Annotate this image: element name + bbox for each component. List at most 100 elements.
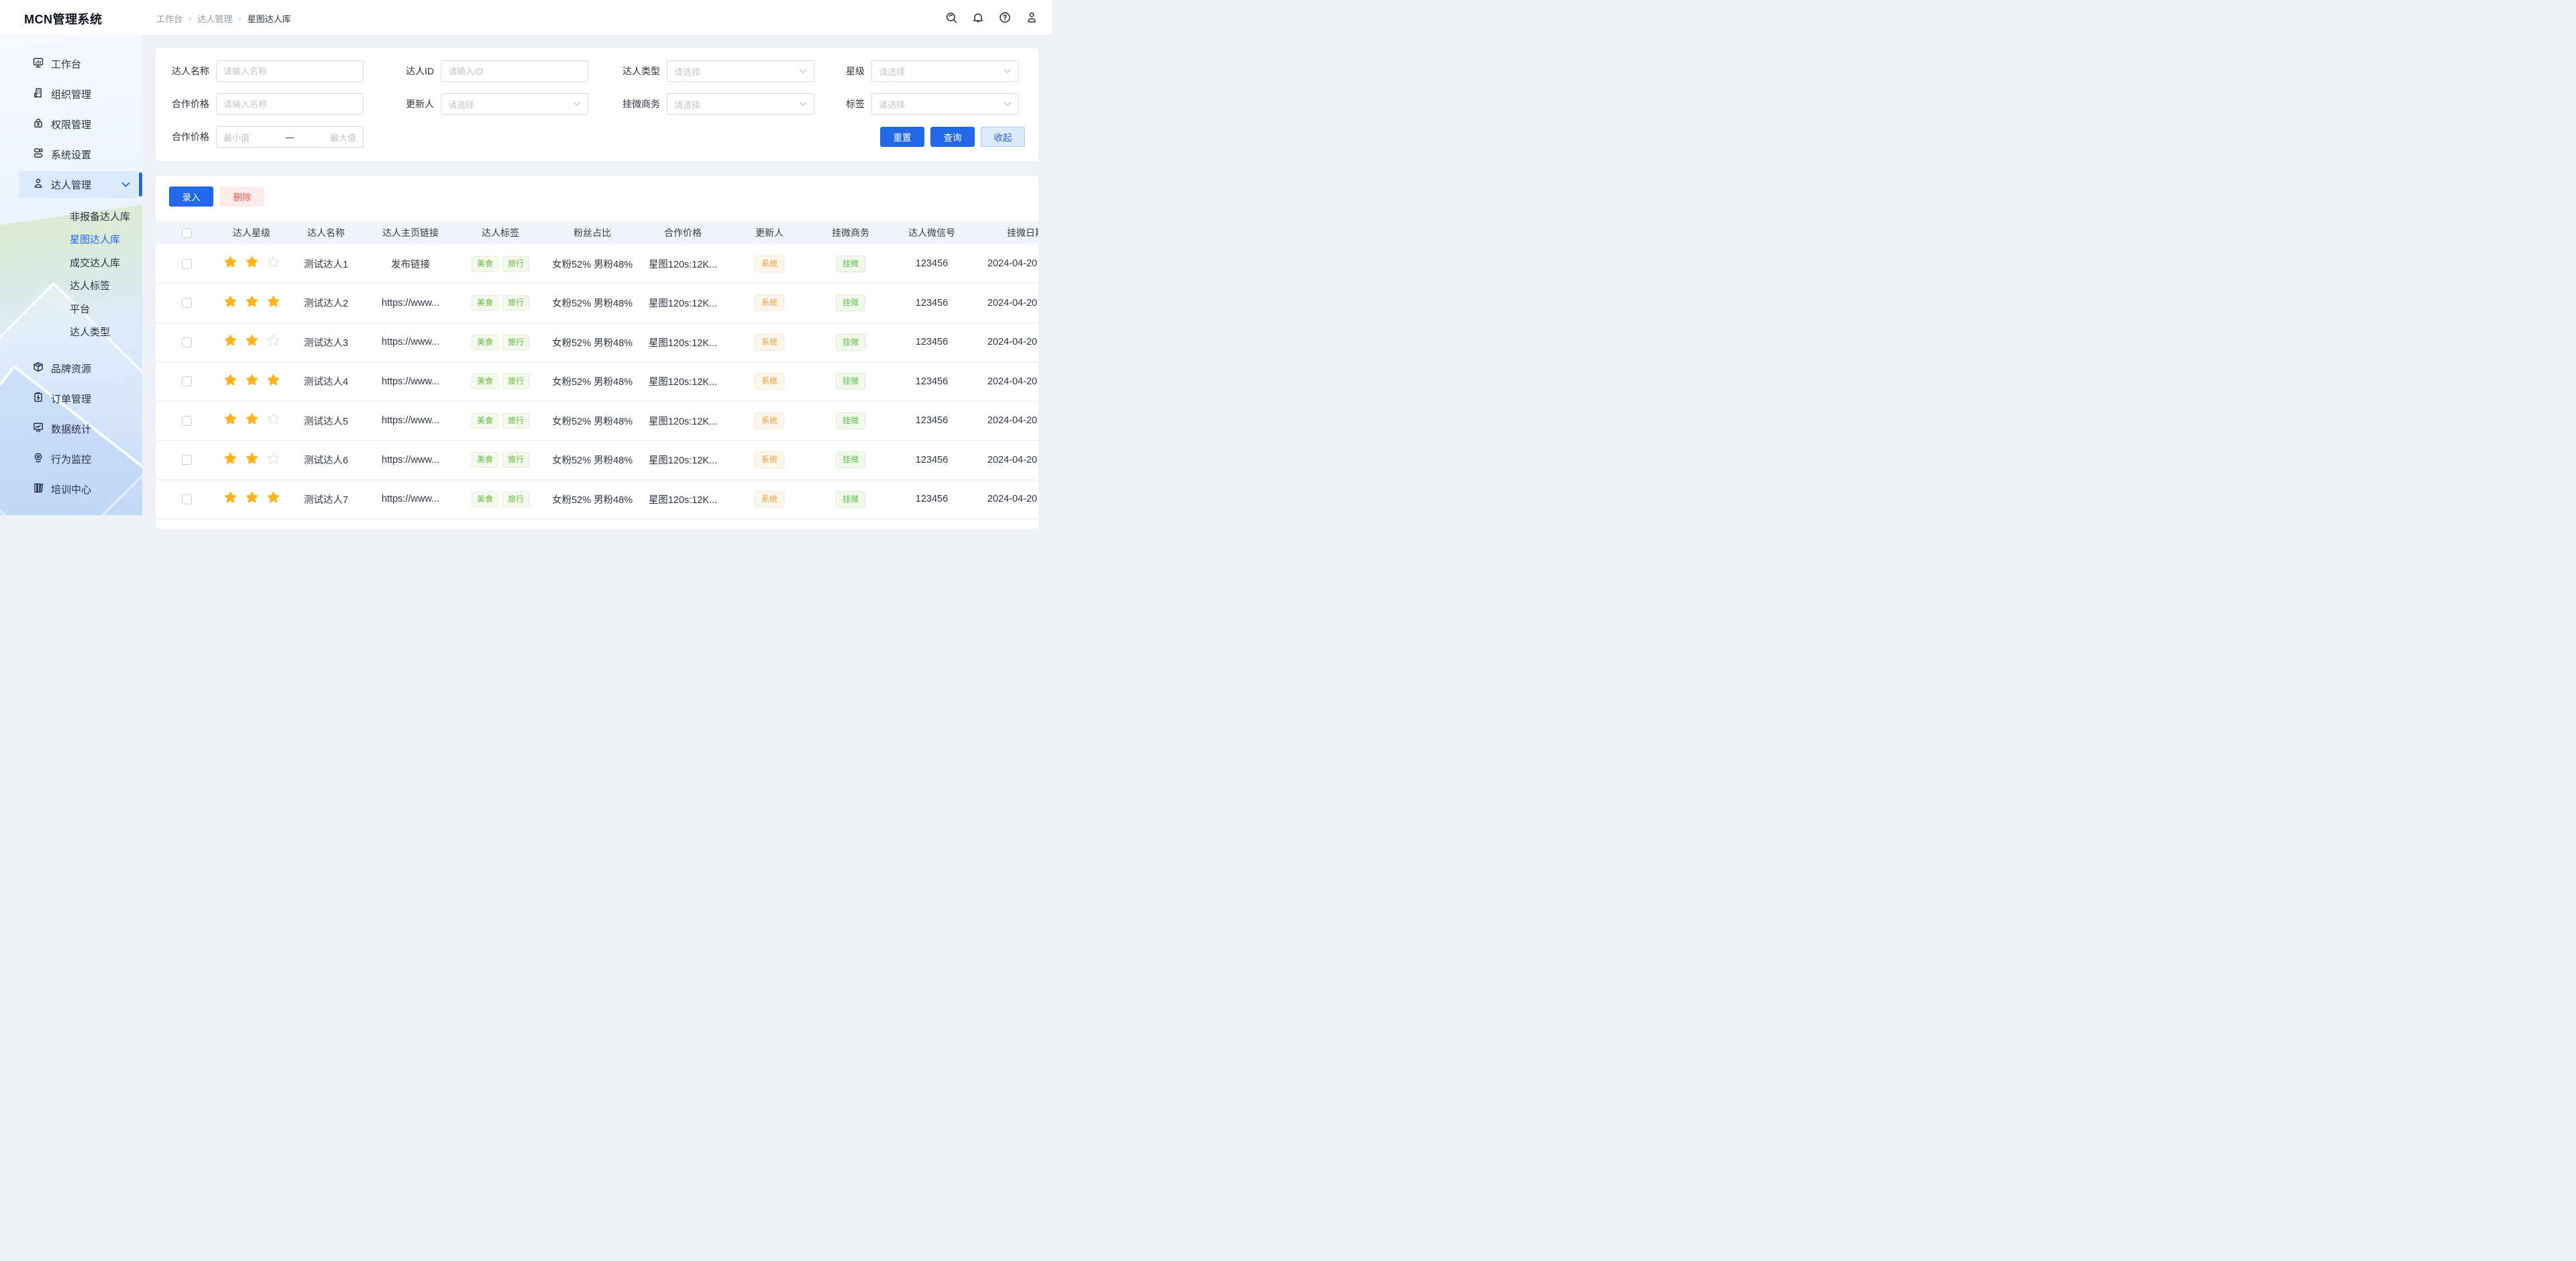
- sidebar-item-label: 培训中心: [51, 482, 91, 496]
- range-dash: —: [286, 132, 294, 142]
- column-header: 挂微商务: [812, 221, 890, 244]
- collapse-button[interactable]: 收起: [981, 127, 1025, 147]
- fans-ratio: 女粉52% 男粉48%: [552, 338, 633, 349]
- talent-tag: 美食: [472, 374, 498, 389]
- sidebar-item-permission[interactable]: 权限管理: [19, 111, 138, 138]
- talent-name-input[interactable]: [216, 60, 364, 82]
- homepage-link[interactable]: https://www...: [382, 494, 439, 504]
- talent-tag: 旅行: [502, 374, 529, 389]
- star-rating: [223, 412, 281, 427]
- submenu-item-talent-type[interactable]: 达人类型: [0, 321, 142, 344]
- row-checkbox[interactable]: [182, 376, 192, 386]
- homepage-link[interactable]: https://www...: [382, 298, 439, 309]
- submenu-item-unreported-talent[interactable]: 非报备达人库: [0, 205, 142, 228]
- updater-badge: 系统: [755, 294, 784, 311]
- help-icon[interactable]: [998, 11, 1012, 24]
- updater-select[interactable]: 请选择: [441, 93, 588, 115]
- sidebar-item-data-statistics[interactable]: 数据统计: [19, 415, 138, 442]
- bell-icon[interactable]: [971, 11, 985, 24]
- talent-tag: 美食: [472, 295, 498, 311]
- select-all-checkbox[interactable]: [182, 228, 192, 238]
- chevron-down-icon: [1004, 68, 1012, 74]
- table-row: 测试达人1发布链接美食旅行女粉52% 男粉48%星图120s:12K...系统挂…: [156, 244, 1038, 284]
- coop-price-input[interactable]: [216, 93, 364, 115]
- table-scroll-container[interactable]: 达人星级达人名称达人主页链接达人标签粉丝占比合作价格更新人挂微商务达人微信号挂微…: [156, 221, 1038, 519]
- tag-select[interactable]: 请选择: [871, 93, 1019, 115]
- row-checkbox[interactable]: [182, 259, 192, 269]
- star-rating: [223, 490, 281, 505]
- reset-button[interactable]: 重置: [880, 127, 924, 147]
- breadcrumb-item-workbench[interactable]: 工作台: [156, 12, 182, 25]
- fans-ratio: 女粉52% 男粉48%: [552, 495, 633, 506]
- sidebar-item-label: 达人管理: [51, 178, 91, 192]
- filter-label-tag: 标签: [821, 97, 865, 111]
- homepage-link[interactable]: https://www...: [382, 415, 439, 426]
- sidebar-item-system-settings[interactable]: 系统设置: [19, 141, 138, 168]
- search-icon[interactable]: [945, 11, 958, 24]
- submenu-item-talent-tags[interactable]: 达人标签: [0, 274, 142, 298]
- sidebar-item-order-management[interactable]: 订单管理: [19, 385, 138, 412]
- homepage-link[interactable]: https://www...: [382, 455, 439, 465]
- filter-label-coop-price: 合作价格: [169, 97, 209, 111]
- column-header: 粉丝占比: [546, 221, 639, 244]
- webcam-icon: [32, 451, 44, 466]
- submenu-item-xingtu-talent[interactable]: 星图达人库: [0, 228, 142, 252]
- hang-wechat-date: 2024-04-20: [987, 298, 1038, 309]
- user-icon[interactable]: [1025, 11, 1038, 24]
- building-icon: [32, 87, 44, 101]
- talent-type-select[interactable]: 请选择: [667, 60, 814, 82]
- chevron-down-icon: [799, 101, 807, 107]
- talent-id-input[interactable]: [441, 60, 588, 82]
- price-range-input[interactable]: 最小值 — 最大值: [216, 126, 364, 148]
- table-row: 测试达人7https://www...美食旅行女粉52% 男粉48%星图120s…: [156, 480, 1038, 519]
- updater-badge: 系统: [755, 256, 784, 272]
- app-logo: MCN管理系统: [24, 10, 103, 28]
- wechat-business-select[interactable]: 请选择: [667, 93, 814, 115]
- sidebar-item-label: 系统设置: [51, 148, 91, 162]
- row-checkbox[interactable]: [182, 298, 192, 308]
- select-placeholder: 请选择: [879, 65, 905, 78]
- sliders-icon: [32, 147, 44, 162]
- column-header: 达人标签: [455, 221, 546, 244]
- sidebar-item-organization[interactable]: 组织管理: [19, 80, 138, 107]
- talent-tag: 旅行: [502, 452, 529, 468]
- row-checkbox[interactable]: [182, 416, 192, 426]
- sidebar-item-brand-resources[interactable]: 品牌资源: [19, 355, 138, 382]
- select-all-header: [156, 221, 217, 244]
- wechat-id: 123456: [916, 455, 948, 465]
- homepage-link[interactable]: https://www...: [382, 376, 439, 387]
- updater-badge: 系统: [755, 413, 784, 429]
- sidebar-item-label: 权限管理: [51, 117, 91, 131]
- sidebar-item-behavior-monitoring[interactable]: 行为监控: [19, 445, 138, 472]
- wechat-business-badge: 挂微: [836, 413, 865, 429]
- talent-tag: 旅行: [502, 335, 529, 350]
- sidebar-item-training-center[interactable]: 培训中心: [19, 476, 138, 502]
- column-header: 达人主页链接: [366, 221, 455, 244]
- delete-button[interactable]: 删除: [220, 186, 264, 207]
- star-level-select[interactable]: 请选择: [871, 60, 1019, 82]
- row-checkbox[interactable]: [182, 494, 192, 504]
- wechat-business-badge: 挂微: [836, 373, 865, 390]
- talent-tags: 美食旅行: [472, 295, 529, 311]
- star-rating: [223, 451, 281, 466]
- sidebar-item-workbench[interactable]: 工作台: [19, 50, 138, 77]
- breadcrumb-separator: ›: [238, 13, 241, 23]
- homepage-link[interactable]: https://www...: [382, 337, 439, 347]
- homepage-link[interactable]: 发布链接: [391, 260, 430, 270]
- talent-tag: 美食: [472, 492, 498, 507]
- filter-label-star-level: 星级: [821, 64, 865, 78]
- hang-wechat-date: 2024-04-20: [987, 376, 1038, 387]
- add-button[interactable]: 录入: [169, 186, 213, 207]
- package-box-icon: [32, 361, 44, 376]
- submenu-item-deal-talent[interactable]: 成交达人库: [0, 251, 142, 274]
- submenu-item-platform[interactable]: 平台: [0, 297, 142, 321]
- hang-wechat-date: 2024-04-20: [987, 258, 1038, 269]
- wechat-id: 123456: [916, 258, 948, 269]
- talent-tags: 美食旅行: [472, 452, 529, 468]
- breadcrumb-item-talent-management[interactable]: 达人管理: [197, 12, 232, 25]
- search-button[interactable]: 查询: [930, 127, 975, 147]
- row-checkbox[interactable]: [182, 455, 192, 465]
- row-checkbox[interactable]: [182, 337, 192, 347]
- updater-badge: 系统: [755, 373, 784, 390]
- sidebar-item-talent-management[interactable]: 达人管理: [19, 171, 138, 198]
